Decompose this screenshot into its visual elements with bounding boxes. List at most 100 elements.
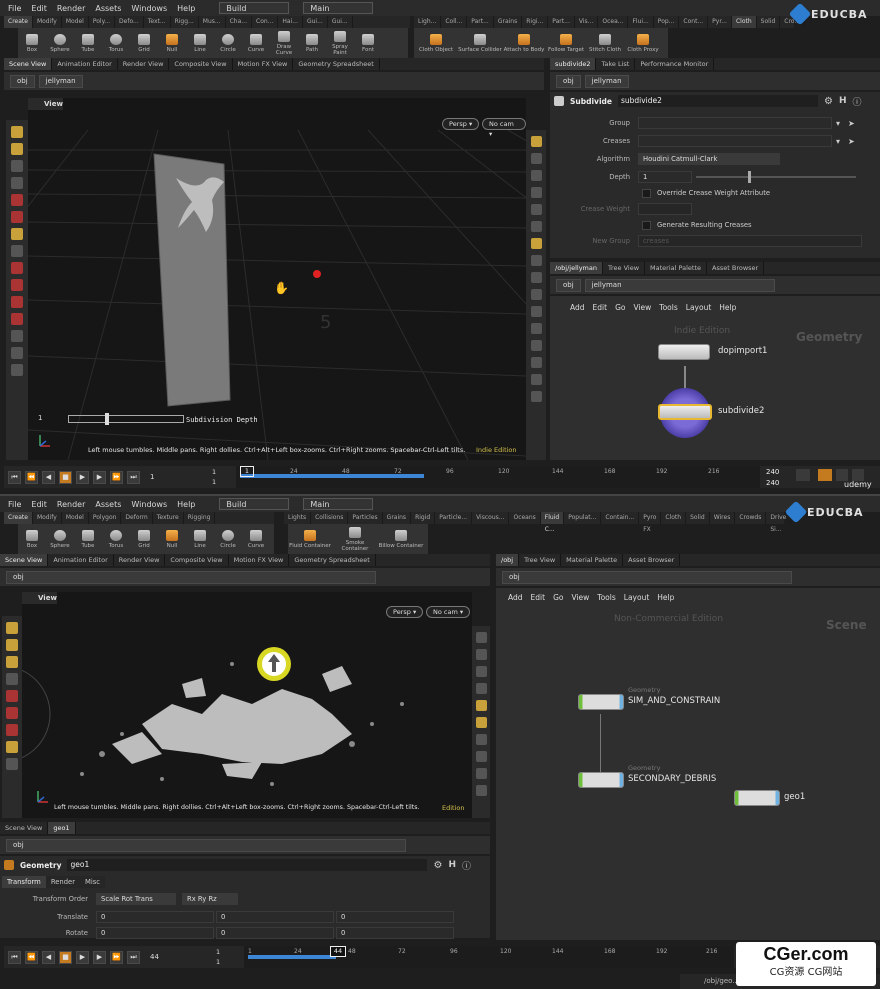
tab-obj[interactable]: /obj xyxy=(496,554,520,566)
select-arrow-icon[interactable]: ➤ xyxy=(848,137,855,146)
shelf-tab[interactable]: Defo... xyxy=(115,16,144,28)
prev-key-button[interactable]: ⏪ xyxy=(25,950,38,964)
shelf-tab[interactable]: Gui... xyxy=(303,16,328,28)
tool-spray-paint[interactable]: Spray Paint xyxy=(326,28,354,58)
node-name-field[interactable]: geo1 xyxy=(67,859,428,871)
shelf-tab[interactable]: Cha... xyxy=(226,16,252,28)
algorithm-select[interactable]: Houdini Catmull-Clark xyxy=(638,153,780,165)
shelf-tab[interactable]: Solid xyxy=(686,512,710,524)
shelf-tab[interactable]: Pyro FX xyxy=(639,512,662,533)
menu-file[interactable]: File xyxy=(8,4,21,13)
info-icon[interactable]: ⓘ xyxy=(462,859,471,872)
shelf-tab[interactable]: Rigid B... xyxy=(411,512,436,533)
menu-render[interactable]: Render xyxy=(57,500,85,509)
shelf-tab[interactable]: Gui... xyxy=(328,16,353,28)
tab-asset-browser[interactable]: Asset Browser xyxy=(623,554,681,566)
menu-render[interactable]: Render xyxy=(57,4,85,13)
tool-circle[interactable]: Circle xyxy=(214,524,242,554)
tool-circle[interactable]: Circle xyxy=(214,28,242,58)
tool-tube[interactable]: Tube xyxy=(74,28,102,58)
paint-icon[interactable] xyxy=(6,690,18,702)
tab-transform[interactable]: Transform xyxy=(2,876,46,888)
cam-menu[interactable]: No cam ▾ xyxy=(426,606,471,618)
shelf-tab[interactable]: Model xyxy=(62,16,89,28)
frame-field[interactable]: 44 xyxy=(150,953,174,961)
net-menu-tools[interactable]: Tools xyxy=(659,303,677,312)
shelf-tab[interactable]: Solid xyxy=(757,16,781,28)
slider-handle[interactable] xyxy=(105,413,109,425)
tab-geometry-spreadsheet[interactable]: Geometry Spreadsheet xyxy=(293,58,380,70)
shelf-tab[interactable]: Deform xyxy=(121,512,153,524)
display-icon[interactable] xyxy=(530,136,542,147)
shelf-tab[interactable]: Viscous... xyxy=(472,512,510,524)
tool-sphere[interactable]: Sphere xyxy=(46,28,74,58)
ghost-icon[interactable] xyxy=(530,238,542,249)
tool-null[interactable]: Null xyxy=(158,28,186,58)
arrow-icon[interactable] xyxy=(11,160,23,172)
shelf-tab[interactable]: Create xyxy=(4,512,33,524)
shelf-tab[interactable]: Mus... xyxy=(199,16,226,28)
net-menu-edit[interactable]: Edit xyxy=(531,593,546,602)
new-group-field[interactable]: creases xyxy=(638,235,862,247)
lock-icon[interactable] xyxy=(475,649,487,660)
menu-windows[interactable]: Windows xyxy=(131,4,167,13)
menu-help[interactable]: Help xyxy=(177,500,195,509)
select-tool-icon[interactable] xyxy=(6,622,18,634)
points-icon[interactable] xyxy=(530,255,542,266)
shelf-tab[interactable]: Grains xyxy=(383,512,412,524)
gear-icon[interactable]: ⚙ xyxy=(824,96,833,107)
shelf-tab[interactable]: Part... xyxy=(467,16,494,28)
render-icon[interactable] xyxy=(475,785,487,796)
rotate-tool-icon[interactable] xyxy=(6,656,18,668)
path-obj[interactable]: obj xyxy=(556,278,581,292)
persp-menu[interactable]: Persp ▾ xyxy=(386,606,424,618)
frame-end[interactable]: 1 xyxy=(216,958,220,966)
tab-material-palette[interactable]: Material Palette xyxy=(561,554,624,566)
view-icon[interactable] xyxy=(11,245,23,257)
translate-x[interactable]: 0 xyxy=(96,911,214,923)
depth-field[interactable]: 1 xyxy=(638,171,692,183)
shelf-tab[interactable]: Polygon xyxy=(89,512,122,524)
desktop-select[interactable]: Build xyxy=(219,2,290,14)
move-tool-icon[interactable] xyxy=(6,639,18,651)
shelf-tab[interactable]: Grains xyxy=(494,16,523,28)
handle-icon[interactable] xyxy=(6,741,18,753)
menu-edit[interactable]: Edit xyxy=(31,4,47,13)
gear-icon[interactable]: ⚙ xyxy=(433,860,442,871)
tab-render-view[interactable]: Render View xyxy=(114,554,166,566)
timeline-ruler-top[interactable]: 1 24 48 72 96 120 144 168 192 216 xyxy=(236,466,760,488)
tab-take-list[interactable]: Take List xyxy=(596,58,636,70)
generate-checkbox[interactable] xyxy=(642,220,651,230)
shelf-tab[interactable]: Particles xyxy=(348,512,383,524)
tool-torus[interactable]: Torus xyxy=(102,28,130,58)
flag-icon[interactable] xyxy=(11,364,23,376)
shelf-tab[interactable]: Model xyxy=(62,512,89,524)
last-frame-button[interactable]: ⏭ xyxy=(127,470,140,484)
tool-surface-collider[interactable]: Surface Collider xyxy=(458,28,502,58)
net-menu-layout[interactable]: Layout xyxy=(686,303,712,312)
tool-line[interactable]: Line xyxy=(186,28,214,58)
tool-curve[interactable]: Curve xyxy=(242,524,270,554)
tab-scene-view[interactable]: Scene View xyxy=(4,58,53,70)
frame-end[interactable]: 1 xyxy=(212,478,216,486)
tab-animation-editor[interactable]: Animation Editor xyxy=(48,554,114,566)
tab-network[interactable]: /obj/jellyman xyxy=(550,262,603,274)
cam-menu[interactable]: No cam ▾ xyxy=(482,118,526,138)
tab-subdivide2[interactable]: subdivide2 xyxy=(550,58,597,70)
shelf-tab[interactable]: Pop... xyxy=(654,16,680,28)
menu-assets[interactable]: Assets xyxy=(95,4,121,13)
overlay-icon[interactable] xyxy=(530,374,542,385)
timeline-ruler-bottom[interactable]: 44 1 24 48 72 96 120 144 168 192 216 xyxy=(244,946,734,968)
tab-material-palette[interactable]: Material Palette xyxy=(645,262,708,274)
last-frame-button[interactable]: ⏭ xyxy=(127,950,140,964)
tool-curve[interactable]: Curve xyxy=(242,28,270,58)
path-obj[interactable]: obj xyxy=(10,74,35,88)
shelf-tab[interactable]: Flui... xyxy=(628,16,654,28)
shelf-tab[interactable]: Contain... xyxy=(601,512,640,524)
shelf-tab[interactable]: Coll... xyxy=(441,16,468,28)
shelf-tab[interactable]: Oceans xyxy=(509,512,541,524)
depth-slider-handle[interactable] xyxy=(748,171,751,183)
shelf-tab[interactable]: Crowds xyxy=(735,512,767,524)
tool-null[interactable]: Null xyxy=(158,524,186,554)
handle-toggle-icon[interactable] xyxy=(530,357,542,368)
